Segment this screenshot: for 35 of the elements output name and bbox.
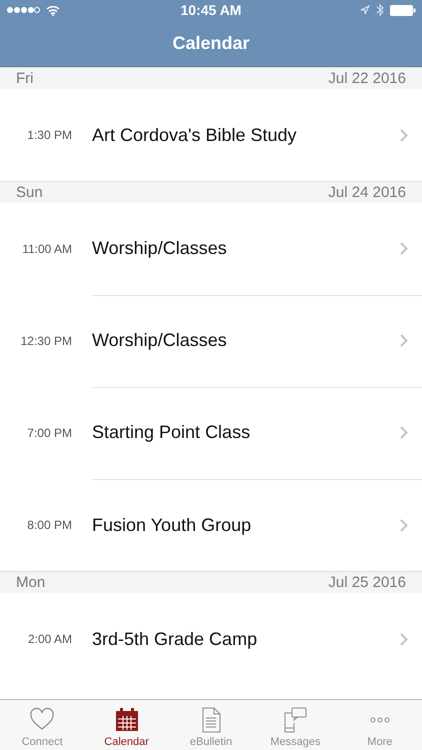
location-icon bbox=[360, 5, 370, 15]
event-row[interactable]: Worship/Classes bbox=[92, 294, 422, 388]
phone-chat-icon bbox=[282, 707, 308, 733]
event-row[interactable]: Art Cordova's Bible Study bbox=[92, 89, 422, 181]
chevron-icon bbox=[400, 518, 408, 532]
event-time: 7:00 PM bbox=[26, 426, 72, 440]
status-time: 10:45 AM bbox=[180, 2, 242, 18]
event-row[interactable]: Fusion Youth Group bbox=[92, 479, 422, 571]
date-label: Jul 25 2016 bbox=[328, 574, 406, 591]
event-time: 11:00 AM bbox=[21, 242, 72, 256]
day-label: Fri bbox=[16, 70, 34, 87]
chevron-icon bbox=[400, 128, 408, 142]
event-row[interactable]: 3rd-5th Grade Camp bbox=[92, 593, 422, 685]
battery-icon bbox=[390, 4, 416, 16]
day-label: Sun bbox=[16, 184, 43, 201]
bluetooth-icon bbox=[376, 4, 384, 16]
date-label: Jul 22 2016 bbox=[328, 70, 406, 87]
wifi-icon bbox=[46, 4, 60, 16]
chevron-icon bbox=[400, 242, 408, 255]
event-time: 2:00 AM bbox=[26, 632, 72, 646]
calendar-icon bbox=[114, 707, 140, 733]
event-row[interactable]: Starting Point Class bbox=[92, 386, 422, 480]
chevron-icon bbox=[400, 334, 408, 347]
date-label: Jul 24 2016 bbox=[328, 184, 406, 201]
nav-title: Calendar bbox=[172, 32, 250, 54]
chevron-icon bbox=[400, 426, 408, 439]
chevron-icon bbox=[400, 632, 408, 646]
signal-icon bbox=[6, 6, 40, 14]
event-time: 1:30 PM bbox=[26, 128, 72, 142]
event-row[interactable]: Worship/Classes bbox=[92, 202, 422, 296]
tab[interactable]: Calendar bbox=[84, 700, 169, 750]
event-time: 8:00 PM bbox=[26, 518, 72, 532]
day-label: Mon bbox=[16, 574, 46, 591]
event-time: 12:30 PM bbox=[20, 334, 72, 348]
more-icon bbox=[370, 717, 390, 723]
